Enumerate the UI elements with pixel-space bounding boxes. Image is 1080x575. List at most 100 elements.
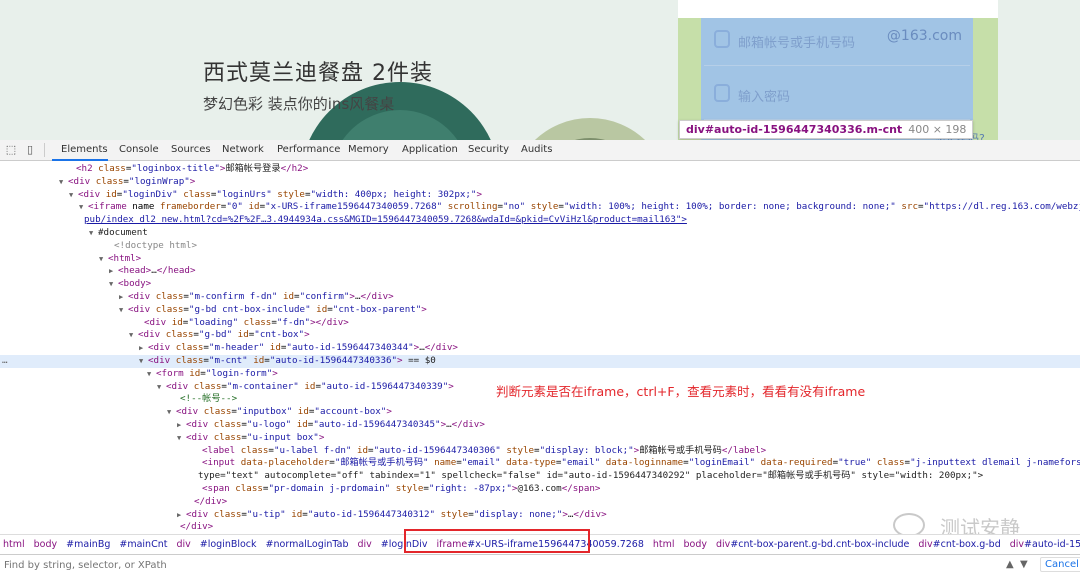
find-cancel-button[interactable]: Cancel (1040, 557, 1080, 572)
tree-node[interactable]: ▶ <div class="m-confirm f-dn" id="confirm… (0, 291, 1080, 304)
tree-node-text: <iframe name frameborder="0" id="x-URS-i… (88, 201, 1080, 213)
toolbar-divider (44, 143, 45, 157)
breadcrumb-item[interactable]: div#auto-id-1596447340336.m-cnt (1010, 539, 1080, 550)
tree-node[interactable]: <div id="loading" class="f-dn"></div> (0, 317, 1080, 330)
page-preview: 西式莫兰迪餐盘 2件装 梦幻色彩 装点你的ins风餐桌 邮箱帐号或手机号码 @1… (0, 0, 1080, 140)
expanded-arrow-icon[interactable]: ▼ (177, 432, 181, 445)
tree-node-text: <!--帐号--> (180, 393, 238, 405)
promo-subtitle: 梦幻色彩 装点你的ins风餐桌 (203, 95, 395, 113)
tree-node[interactable]: pub/index_dl2_new.html?cd=%2F%2F…3.49449… (0, 214, 1080, 227)
expanded-arrow-icon[interactable]: ▼ (139, 355, 143, 368)
tree-node[interactable]: ▼ <form id="login-form"> (0, 368, 1080, 381)
tree-node[interactable]: <label class="u-label f-dn" id="auto-id-… (0, 445, 1080, 458)
tree-node[interactable]: ▶ <head>…</head> (0, 265, 1080, 278)
tree-node[interactable]: ▼ #document (0, 227, 1080, 240)
breadcrumb-item[interactable]: div#cnt-box.g-bd (918, 539, 1000, 550)
expanded-arrow-icon[interactable]: ▼ (129, 329, 133, 342)
tree-node-text: </div> (180, 521, 214, 532)
tree-node[interactable]: <h2 class="loginbox-title">邮箱帐号登录</h2> (0, 163, 1080, 176)
expanded-arrow-icon[interactable]: ▼ (167, 406, 171, 419)
tree-node-text: <div class="m-cnt" id="auto-id-159644734… (148, 355, 436, 366)
breadcrumb-item[interactable]: div (176, 539, 190, 550)
breadcrumb-item[interactable]: #normalLoginTab (266, 539, 349, 550)
tree-node-text: <body> (118, 278, 152, 290)
tree-node[interactable]: type="text" autocomplete="off" tabindex=… (0, 470, 1080, 483)
tree-node-text: <input data-placeholder="邮箱帐号或手机号码" name… (202, 457, 1080, 469)
tree-node-text: <div class="m-confirm f-dn" id="confirm"… (128, 291, 394, 302)
expanded-arrow-icon[interactable]: ▼ (157, 381, 161, 394)
tree-node[interactable]: ▼ <div class="loginWrap"> (0, 176, 1080, 189)
tree-node-text: <form id="login-form"> (156, 367, 278, 379)
user-icon (714, 30, 730, 48)
breadcrumb-item[interactable]: #loginBlock (200, 539, 257, 550)
find-input[interactable] (4, 558, 984, 573)
find-previous-button[interactable]: ▲ (1006, 559, 1014, 570)
tree-node[interactable]: ▼ <div class="u-input box"> (0, 432, 1080, 445)
breadcrumb-item[interactable]: #mainCnt (119, 539, 167, 550)
tree-node[interactable]: ▼ <div class="g-bd" id="cnt-box"> (0, 329, 1080, 342)
collapsed-arrow-icon[interactable]: ▶ (139, 342, 143, 355)
tree-node-text: <div class="g-bd cnt-box-include" id="cn… (128, 303, 427, 315)
expanded-arrow-icon[interactable]: ▼ (79, 201, 83, 214)
tree-node-text: <h2 class="loginbox-title">邮箱帐号登录</h2> (76, 163, 309, 174)
tab-network[interactable]: Network (222, 144, 264, 155)
device-toggle-icon[interactable]: ▯ (24, 144, 36, 156)
tree-node-text: <head>…</head> (118, 265, 196, 277)
expanded-arrow-icon[interactable]: ▼ (59, 176, 63, 189)
tab-performance[interactable]: Performance (277, 144, 340, 155)
expanded-arrow-icon[interactable]: ▼ (89, 227, 93, 240)
tab-memory[interactable]: Memory (348, 144, 389, 155)
tree-node-text: <div class="u-logo" id="auto-id-15964473… (186, 419, 485, 430)
tree-node-text: <label class="u-label f-dn" id="auto-id-… (202, 444, 767, 456)
find-next-button[interactable]: ▼ (1020, 559, 1028, 570)
tree-node[interactable]: ▼ <html> (0, 253, 1080, 266)
breadcrumb-item[interactable]: div (357, 539, 371, 550)
tree-node[interactable]: <span class="pr-domain j-prdomain" style… (0, 483, 1080, 496)
collapsed-arrow-icon[interactable]: ▶ (177, 509, 181, 522)
tree-node[interactable]: </div> (0, 496, 1080, 509)
expanded-arrow-icon[interactable]: ▼ (147, 368, 151, 381)
promo-title: 西式莫兰迪餐盘 2件装 (203, 61, 433, 86)
node-menu-icon[interactable]: … (2, 355, 8, 368)
collapsed-arrow-icon[interactable]: ▶ (119, 291, 123, 304)
breadcrumb-item[interactable]: html (3, 539, 25, 550)
inspect-icon[interactable]: ⬚ (5, 144, 17, 156)
tree-node[interactable]: ▼ <div class="inputbox" id="account-box"> (0, 406, 1080, 419)
expanded-arrow-icon[interactable]: ▼ (99, 253, 103, 266)
collapsed-arrow-icon[interactable]: ▶ (109, 265, 113, 278)
tree-node[interactable]: … ▼ <div class="m-cnt" id="auto-id-1596447… (0, 355, 1080, 368)
tree-node-text: <span class="pr-domain j-prdomain" style… (202, 483, 601, 494)
breadcrumb-item[interactable]: body (34, 539, 58, 550)
breadcrumb-item[interactable]: #mainBg (66, 539, 110, 550)
breadcrumb-item[interactable]: body (684, 539, 708, 550)
tree-node[interactable]: <!doctype html> (0, 240, 1080, 253)
tree-node[interactable]: <input data-placeholder="邮箱帐号或手机号码" name… (0, 457, 1080, 470)
expanded-arrow-icon[interactable]: ▼ (119, 304, 123, 317)
tree-node[interactable]: ▼ <div id="loginDiv" class="loginUrs" sty… (0, 189, 1080, 202)
password-field[interactable]: 输入密码 (704, 72, 970, 120)
tab-audits[interactable]: Audits (521, 144, 552, 155)
expanded-arrow-icon[interactable]: ▼ (69, 189, 73, 202)
tree-node-text: #document (98, 227, 148, 238)
tab-elements[interactable]: Elements (61, 144, 108, 155)
tree-node-text: <div class="m-container" id="auto-id-159… (166, 380, 454, 392)
breadcrumb-item[interactable]: div#cnt-box-parent.g-bd.cnt-box-include (716, 539, 909, 550)
expanded-arrow-icon[interactable]: ▼ (109, 278, 113, 291)
breadcrumb-item[interactable]: html (653, 539, 675, 550)
tree-node-text: </div> (194, 495, 228, 507)
tree-node-text: pub/index_dl2_new.html?cd=%2F%2F…3.49449… (84, 214, 687, 226)
email-field[interactable]: 邮箱帐号或手机号码 @163.com (704, 18, 970, 66)
tree-node[interactable]: ▼ <iframe name frameborder="0" id="x-URS-… (0, 201, 1080, 214)
tab-security[interactable]: Security (468, 144, 509, 155)
tree-node[interactable]: ▼ <body> (0, 278, 1080, 291)
collapsed-arrow-icon[interactable]: ▶ (177, 419, 181, 432)
elements-tree[interactable]: <h2 class="loginbox-title">邮箱帐号登录</h2> ▼ <… (0, 161, 1080, 532)
tree-node[interactable]: ▶ <div class="m-header" id="auto-id-15964… (0, 342, 1080, 355)
tree-node[interactable]: ▼ <div class="g-bd cnt-box-include" id="c… (0, 304, 1080, 317)
tab-console[interactable]: Console (119, 144, 159, 155)
tree-node[interactable]: ▶ <div class="u-logo" id="auto-id-1596447… (0, 419, 1080, 432)
tree-node-text: <div class="inputbox" id="account-box"> (176, 406, 392, 418)
tree-node-text: <div class="loginWrap"> (68, 175, 196, 187)
tab-sources[interactable]: Sources (171, 144, 211, 155)
tab-application[interactable]: Application (402, 144, 458, 155)
